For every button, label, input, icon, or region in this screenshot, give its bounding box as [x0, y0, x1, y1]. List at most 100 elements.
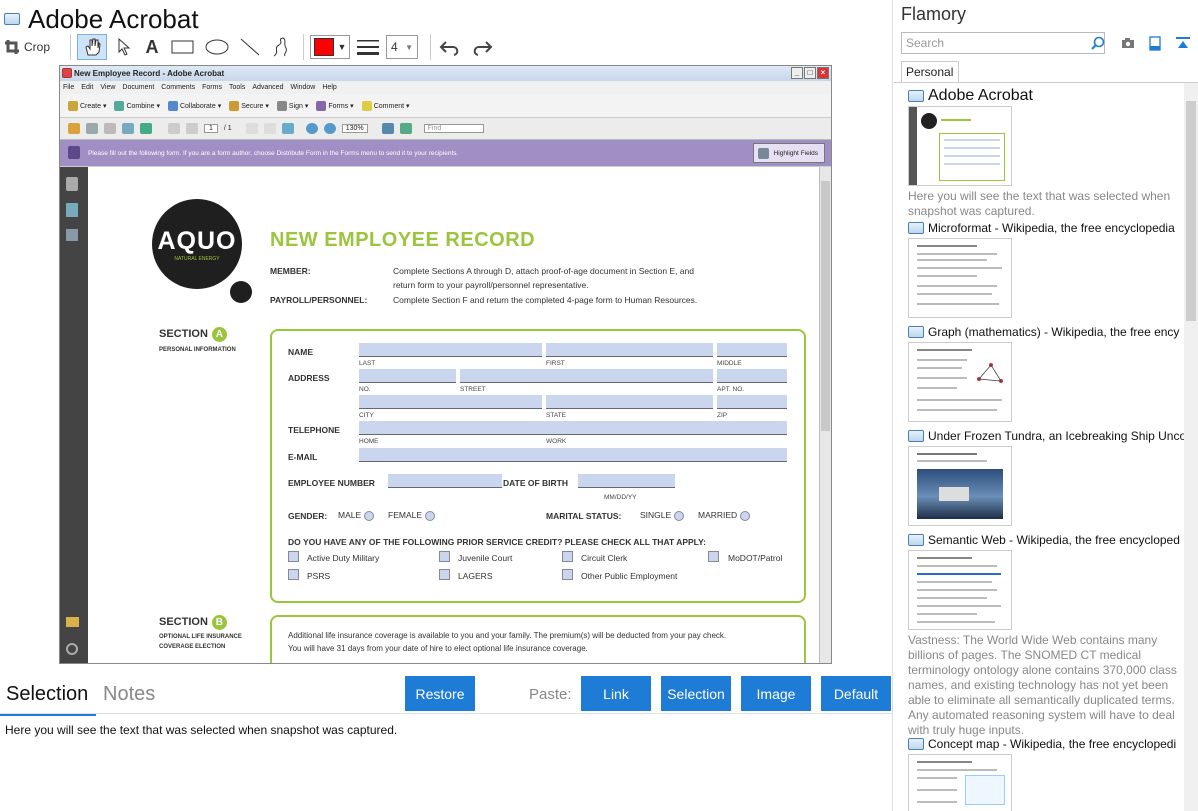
document-icon[interactable]	[1146, 34, 1164, 52]
main-pane: Adobe Acrobat Crop A ▼ 4 ▼ New Employee …	[0, 0, 893, 811]
checkbox	[708, 551, 719, 562]
list-item[interactable]: Semantic Web - Wikipedia, the free encyc…	[908, 533, 1184, 738]
first-caption: FIRST	[546, 360, 565, 367]
rectangle-tool-button[interactable]	[169, 34, 197, 60]
crop-button[interactable]: Crop	[4, 34, 58, 60]
thumbnail	[908, 238, 1012, 318]
item-description: Vastness: The World Wide Web contains ma…	[908, 633, 1177, 737]
zoom-field: 130%	[341, 124, 368, 133]
line-width-icon-button[interactable]	[356, 34, 380, 60]
zip-field	[717, 395, 787, 409]
color-picker[interactable]: ▼	[310, 35, 350, 59]
option-juvenile-court: Juvenile Court	[458, 553, 513, 563]
pages-icon	[66, 177, 78, 191]
dob-format: MM/DD/YY	[604, 494, 637, 501]
payroll-text: Complete Section F and return the comple…	[393, 295, 698, 305]
task-sign: Sign ▾	[276, 100, 308, 111]
menu-item: Forms	[202, 84, 222, 91]
thumbnail	[908, 342, 1012, 422]
option-lagers: LAGERS	[458, 571, 493, 581]
acrobat-menubar: File Edit View Document Comments Forms T…	[60, 81, 831, 94]
line-tool-button[interactable]	[237, 34, 263, 60]
search-icon[interactable]	[1089, 34, 1107, 52]
snapshot-list: Adobe Acrobat Here you will see the text…	[894, 83, 1184, 811]
list-item[interactable]: Microformat - Wikipedia, the free encycl…	[908, 221, 1184, 318]
paste-image-button[interactable]: Image	[741, 676, 811, 711]
signatures-icon	[66, 229, 78, 241]
item-title: Concept map - Wikipedia, the free encycl…	[928, 737, 1177, 751]
comments-icon	[66, 617, 79, 627]
pdf-page: AQUO NATURAL ENERGY NEW EMPLOYEE RECORD …	[88, 167, 821, 663]
text-tool-button[interactable]: A	[141, 34, 163, 60]
zoom-out-icon	[305, 123, 318, 134]
app-icon	[4, 13, 20, 25]
menu-item: View	[100, 84, 116, 91]
task-comment: Comment ▾	[361, 100, 410, 111]
sidebar-title: Flamory	[901, 4, 967, 24]
list-item[interactable]: Concept map - Wikipedia, the free encycl…	[908, 737, 1184, 811]
thumbnail	[908, 754, 1012, 811]
camera-icon[interactable]	[1119, 34, 1137, 52]
task-create: Create ▾	[68, 100, 106, 111]
list-item[interactable]: Graph (mathematics) - Wikipedia, the fre…	[908, 325, 1184, 422]
hand-tool-icon	[263, 123, 276, 134]
street-caption: STREET	[460, 386, 486, 393]
last-name-field	[359, 343, 542, 357]
attachments-icon	[66, 643, 78, 655]
undo-button[interactable]	[437, 34, 463, 60]
paste-default-button[interactable]: Default	[821, 676, 891, 711]
app-title: Adobe Acrobat	[28, 3, 199, 34]
email-field	[359, 448, 787, 462]
paste-link-button[interactable]: Link	[581, 676, 651, 711]
hand-tool-button[interactable]	[77, 34, 107, 60]
scroll-thumb[interactable]	[1186, 101, 1196, 321]
single-option: SINGLE	[640, 510, 685, 521]
restore-button[interactable]: Restore	[405, 676, 475, 711]
list-item[interactable]: Under Frozen Tundra, an Icebreaking Ship…	[908, 429, 1184, 526]
zip-caption: ZIP	[717, 412, 728, 419]
redo-icon	[473, 41, 493, 56]
option-circuit-clerk: Circuit Clerk	[581, 553, 628, 563]
form-title: NEW EMPLOYEE RECORD	[270, 229, 536, 251]
sidebar-scrollbar[interactable]	[1184, 83, 1198, 811]
checkbox	[439, 551, 450, 562]
collapse-icon[interactable]	[1174, 34, 1192, 52]
middle-caption: MIDDLE	[717, 360, 742, 367]
thumbnail	[908, 446, 1012, 526]
selection-text[interactable]: Here you will see the text that was sele…	[5, 723, 397, 737]
line-width-select[interactable]: 4 ▼	[386, 35, 418, 59]
section-a-subtitle: PERSONAL INFORMATION	[159, 347, 236, 353]
name-label: NAME	[288, 347, 314, 357]
search-input[interactable]: Search	[901, 32, 1105, 54]
option-modot: MoDOT/Patrol	[728, 553, 783, 563]
female-option: FEMALE	[388, 510, 436, 521]
select-tool-button[interactable]	[113, 34, 135, 60]
acrobat-titlebar: New Employee Record - Adobe Acrobat _ □ …	[60, 66, 831, 81]
chevron-down-icon: ▼	[337, 42, 347, 52]
rectangle-icon	[171, 40, 194, 54]
item-description: Here you will see the text that was sele…	[908, 189, 1171, 218]
ellipse-icon	[205, 39, 229, 55]
marital-label: MARITAL STATUS:	[546, 511, 622, 521]
redo-button[interactable]	[469, 34, 495, 60]
ellipse-tool-button[interactable]	[203, 34, 231, 60]
menu-item: Advanced	[252, 84, 284, 91]
snapshot-image: New Employee Record - Adobe Acrobat _ □ …	[59, 65, 832, 664]
paste-selection-button[interactable]: Selection	[661, 676, 731, 711]
task-forms: Forms ▾	[316, 100, 354, 111]
highlight-fields-button: Highlight Fields	[752, 143, 825, 163]
section-b-subtitle-2: COVERAGE ELECTION	[159, 644, 226, 650]
page-icon	[908, 534, 924, 546]
work-caption: WORK	[546, 438, 567, 445]
checkbox	[288, 569, 299, 580]
logo-dot	[230, 281, 252, 303]
list-item[interactable]: Adobe Acrobat Here you will see the text…	[908, 87, 1184, 219]
freehand-tool-button[interactable]	[269, 34, 291, 60]
tab-personal[interactable]: Personal	[901, 61, 959, 83]
apt-field	[717, 369, 787, 383]
tab-selection[interactable]: Selection	[6, 683, 88, 706]
menu-item: Help	[322, 84, 337, 91]
acrobat-window-title: New Employee Record - Adobe Acrobat	[74, 69, 225, 78]
member-label: MEMBER:	[270, 266, 311, 276]
tab-notes[interactable]: Notes	[103, 683, 155, 706]
